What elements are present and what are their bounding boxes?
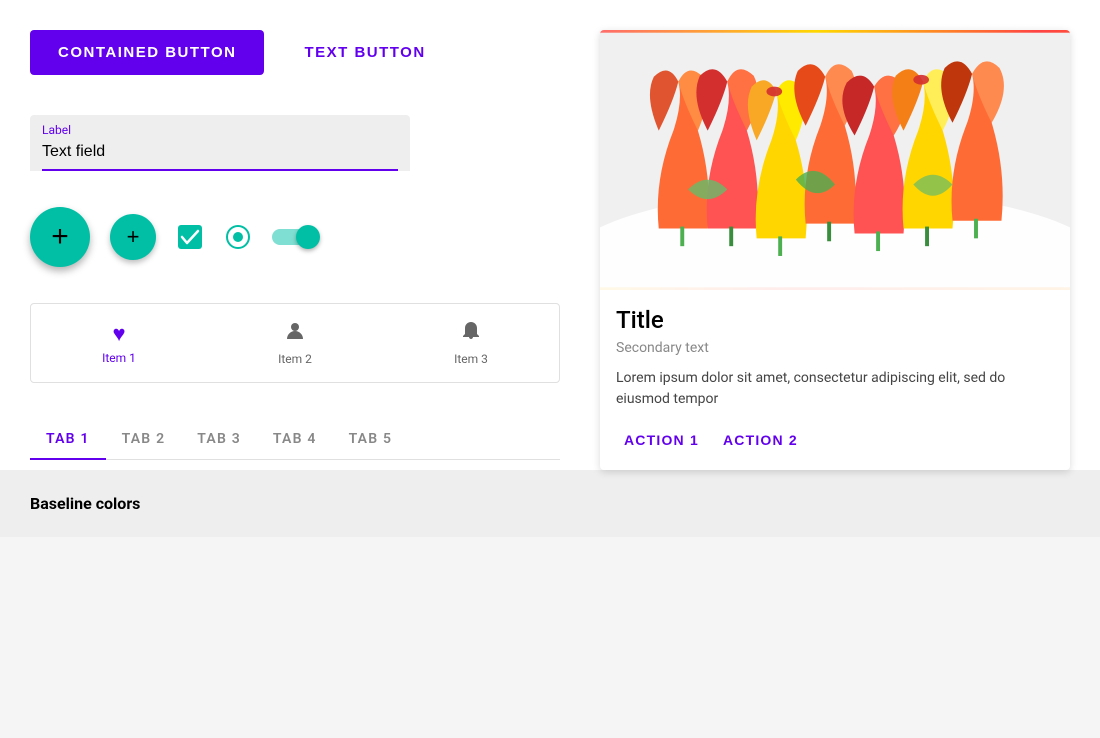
tab-4[interactable]: TAB 4 — [257, 419, 333, 459]
radio-button[interactable] — [224, 223, 252, 251]
text-field-label: Label — [42, 123, 398, 137]
nav-item-2-label: Item 2 — [278, 352, 312, 366]
fab-small-button[interactable]: + — [110, 214, 156, 260]
main-content: CONTAINED BUTTON TEXT BUTTON Label + + — [0, 0, 1100, 470]
card-image — [600, 30, 1070, 290]
plus-icon-small: + — [127, 224, 140, 250]
bell-icon — [460, 320, 482, 348]
toggle-thumb — [296, 225, 320, 249]
text-button[interactable]: TEXT BUTTON — [304, 44, 425, 61]
toggle-switch[interactable] — [272, 224, 320, 250]
tab-1[interactable]: TAB 1 — [30, 419, 106, 459]
nav-item-3-label: Item 3 — [454, 352, 488, 366]
nav-item-2[interactable]: Item 2 — [207, 312, 383, 374]
checkbox[interactable] — [176, 223, 204, 251]
heart-icon: ♥ — [112, 321, 125, 347]
fab-large-button[interactable]: + — [30, 207, 90, 267]
card-secondary: Secondary text — [616, 340, 1054, 356]
card-actions: ACTION 1 ACTION 2 — [616, 426, 1054, 454]
baseline-title: Baseline colors — [30, 494, 140, 513]
card-action-1-button[interactable]: ACTION 1 — [616, 426, 707, 454]
nav-item-1[interactable]: ♥ Item 1 — [31, 313, 207, 373]
card-text: Lorem ipsum dolor sit amet, consectetur … — [616, 368, 1054, 410]
nav-item-3[interactable]: Item 3 — [383, 312, 559, 374]
left-panel: CONTAINED BUTTON TEXT BUTTON Label + + — [30, 30, 580, 470]
plus-icon-large: + — [51, 220, 69, 254]
tab-2[interactable]: TAB 2 — [106, 419, 182, 459]
icons-row: + + — [30, 207, 560, 267]
person-icon — [284, 320, 306, 348]
card: Title Secondary text Lorem ipsum dolor s… — [600, 30, 1070, 470]
card-body: Title Secondary text Lorem ipsum dolor s… — [600, 290, 1070, 470]
buttons-row: CONTAINED BUTTON TEXT BUTTON — [30, 30, 560, 75]
bottom-nav: ♥ Item 1 Item 2 — [30, 303, 560, 383]
contained-button[interactable]: CONTAINED BUTTON — [30, 30, 264, 75]
tab-3[interactable]: TAB 3 — [181, 419, 257, 459]
card-title: Title — [616, 306, 1054, 334]
card-action-2-button[interactable]: ACTION 2 — [715, 426, 806, 454]
baseline-section: Baseline colors — [0, 470, 1100, 537]
text-field-underline — [42, 169, 398, 171]
nav-item-1-label: Item 1 — [102, 351, 136, 365]
text-field-wrapper: Label — [30, 115, 410, 171]
text-field-input[interactable] — [42, 143, 398, 169]
tabs-row: TAB 1 TAB 2 TAB 3 TAB 4 TAB 5 — [30, 419, 560, 460]
tab-5[interactable]: TAB 5 — [333, 419, 409, 459]
right-panel: Title Secondary text Lorem ipsum dolor s… — [580, 30, 1070, 470]
